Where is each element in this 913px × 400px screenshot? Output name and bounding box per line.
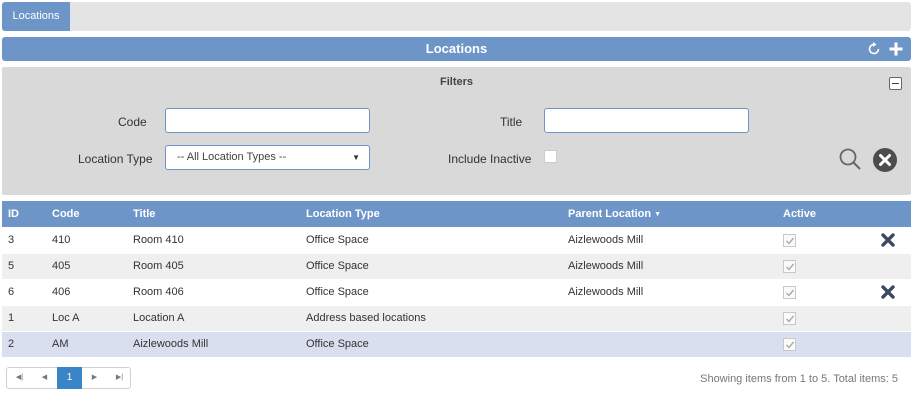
location-type-select[interactable]: -- All Location Types -- ▼	[165, 145, 370, 170]
tab-locations[interactable]: Locations	[2, 2, 70, 31]
title-label: Title	[500, 115, 523, 129]
cell-code: 406	[46, 278, 127, 305]
column-header-parent-location[interactable]: Parent Location ▼	[562, 201, 777, 227]
column-header-code[interactable]: Code	[46, 201, 127, 227]
location-type-label: Location Type	[78, 152, 153, 166]
cell-location-type: Office Space	[300, 226, 562, 253]
collapse-icon[interactable]	[889, 77, 902, 90]
cell-active	[777, 252, 861, 279]
cell-location-type: Address based locations	[300, 304, 562, 331]
tab-bar: Locations	[2, 2, 911, 31]
cell-actions	[861, 226, 911, 253]
cell-actions	[861, 304, 911, 331]
cell-id: 6	[2, 278, 46, 305]
table-row[interactable]: 1 Loc A Location A Address based locations	[2, 304, 911, 331]
pager-info: Showing items from 1 to 5. Total items: …	[700, 373, 898, 385]
search-icon[interactable]	[838, 147, 864, 173]
page-header: Locations	[2, 37, 911, 61]
cell-parent-location	[562, 330, 777, 357]
filters-title: Filters	[439, 76, 473, 88]
active-checkbox	[783, 233, 796, 247]
cell-active	[777, 278, 861, 305]
cell-id: 3	[2, 226, 46, 253]
include-inactive-label: Include Inactive	[448, 152, 532, 166]
cell-location-type: Office Space	[300, 252, 562, 279]
cell-actions	[861, 252, 911, 279]
cell-title: Room 410	[127, 226, 300, 253]
cell-active	[777, 304, 861, 331]
column-header-id[interactable]: ID	[2, 201, 46, 227]
cell-actions	[861, 330, 911, 357]
cell-id: 2	[2, 330, 46, 357]
cell-active	[777, 226, 861, 253]
first-page-icon[interactable]: ◀|	[7, 368, 32, 388]
cell-parent-location: Aizlewoods Mill	[562, 252, 777, 279]
include-inactive-checkbox[interactable]	[544, 150, 557, 163]
clear-filter-icon[interactable]	[872, 147, 898, 173]
code-label: Code	[118, 115, 147, 129]
next-page-icon[interactable]: ▶	[82, 368, 107, 388]
cell-parent-location	[562, 304, 777, 331]
table-row[interactable]: 2 AM Aizlewoods Mill Office Space	[2, 330, 911, 357]
cell-code: 405	[46, 252, 127, 279]
title-input[interactable]	[544, 108, 749, 133]
cell-active	[777, 330, 861, 357]
cell-code: AM	[46, 330, 127, 357]
cell-title: Aizlewoods Mill	[127, 330, 300, 357]
location-type-selected: -- All Location Types --	[177, 151, 287, 163]
refresh-icon[interactable]	[866, 41, 882, 57]
cell-parent-location: Aizlewoods Mill	[562, 278, 777, 305]
active-checkbox	[783, 337, 796, 351]
cell-actions	[861, 278, 911, 305]
cell-code: 410	[46, 226, 127, 253]
cell-title: Room 406	[127, 278, 300, 305]
cell-title: Location A	[127, 304, 300, 331]
pager: ◀| ◀ 1 ▶ ▶|	[6, 367, 131, 389]
cell-title: Room 405	[127, 252, 300, 279]
table-header-row: ID Code Title Location Type Parent Locat…	[2, 201, 911, 227]
chevron-down-icon: ▼	[352, 153, 360, 162]
active-checkbox	[783, 311, 796, 325]
column-header-parent-location-label: Parent Location	[568, 207, 652, 220]
cell-code: Loc A	[46, 304, 127, 331]
table-row[interactable]: 3 410 Room 410 Office Space Aizlewoods Mill	[2, 226, 911, 253]
filters-panel: Filters Code Title Location Type -- All …	[2, 67, 911, 195]
cell-location-type: Office Space	[300, 330, 562, 357]
plus-icon[interactable]	[888, 41, 904, 57]
column-header-title[interactable]: Title	[127, 201, 300, 227]
active-checkbox	[783, 259, 796, 273]
cell-location-type: Office Space	[300, 278, 562, 305]
cell-id: 1	[2, 304, 46, 331]
delete-icon[interactable]	[881, 285, 895, 299]
table-row[interactable]: 6 406 Room 406 Office Space Aizlewoods Mill	[2, 278, 911, 305]
prev-page-icon[interactable]: ◀	[32, 368, 57, 388]
table-row[interactable]: 5 405 Room 405 Office Space Aizlewoods Mill	[2, 252, 911, 279]
column-header-actions	[861, 201, 911, 227]
page-title: Locations	[425, 41, 488, 56]
delete-icon[interactable]	[881, 233, 895, 247]
cell-id: 5	[2, 252, 46, 279]
page-button-current[interactable]: 1	[57, 367, 82, 389]
column-header-active[interactable]: Active	[777, 201, 861, 227]
last-page-icon[interactable]: ▶|	[107, 368, 132, 388]
column-header-location-type[interactable]: Location Type	[300, 201, 562, 227]
active-checkbox	[783, 285, 796, 299]
cell-parent-location: Aizlewoods Mill	[562, 226, 777, 253]
locations-table: ID Code Title Location Type Parent Locat…	[2, 201, 911, 357]
sort-down-icon: ▼	[654, 210, 662, 218]
code-input[interactable]	[165, 108, 370, 133]
